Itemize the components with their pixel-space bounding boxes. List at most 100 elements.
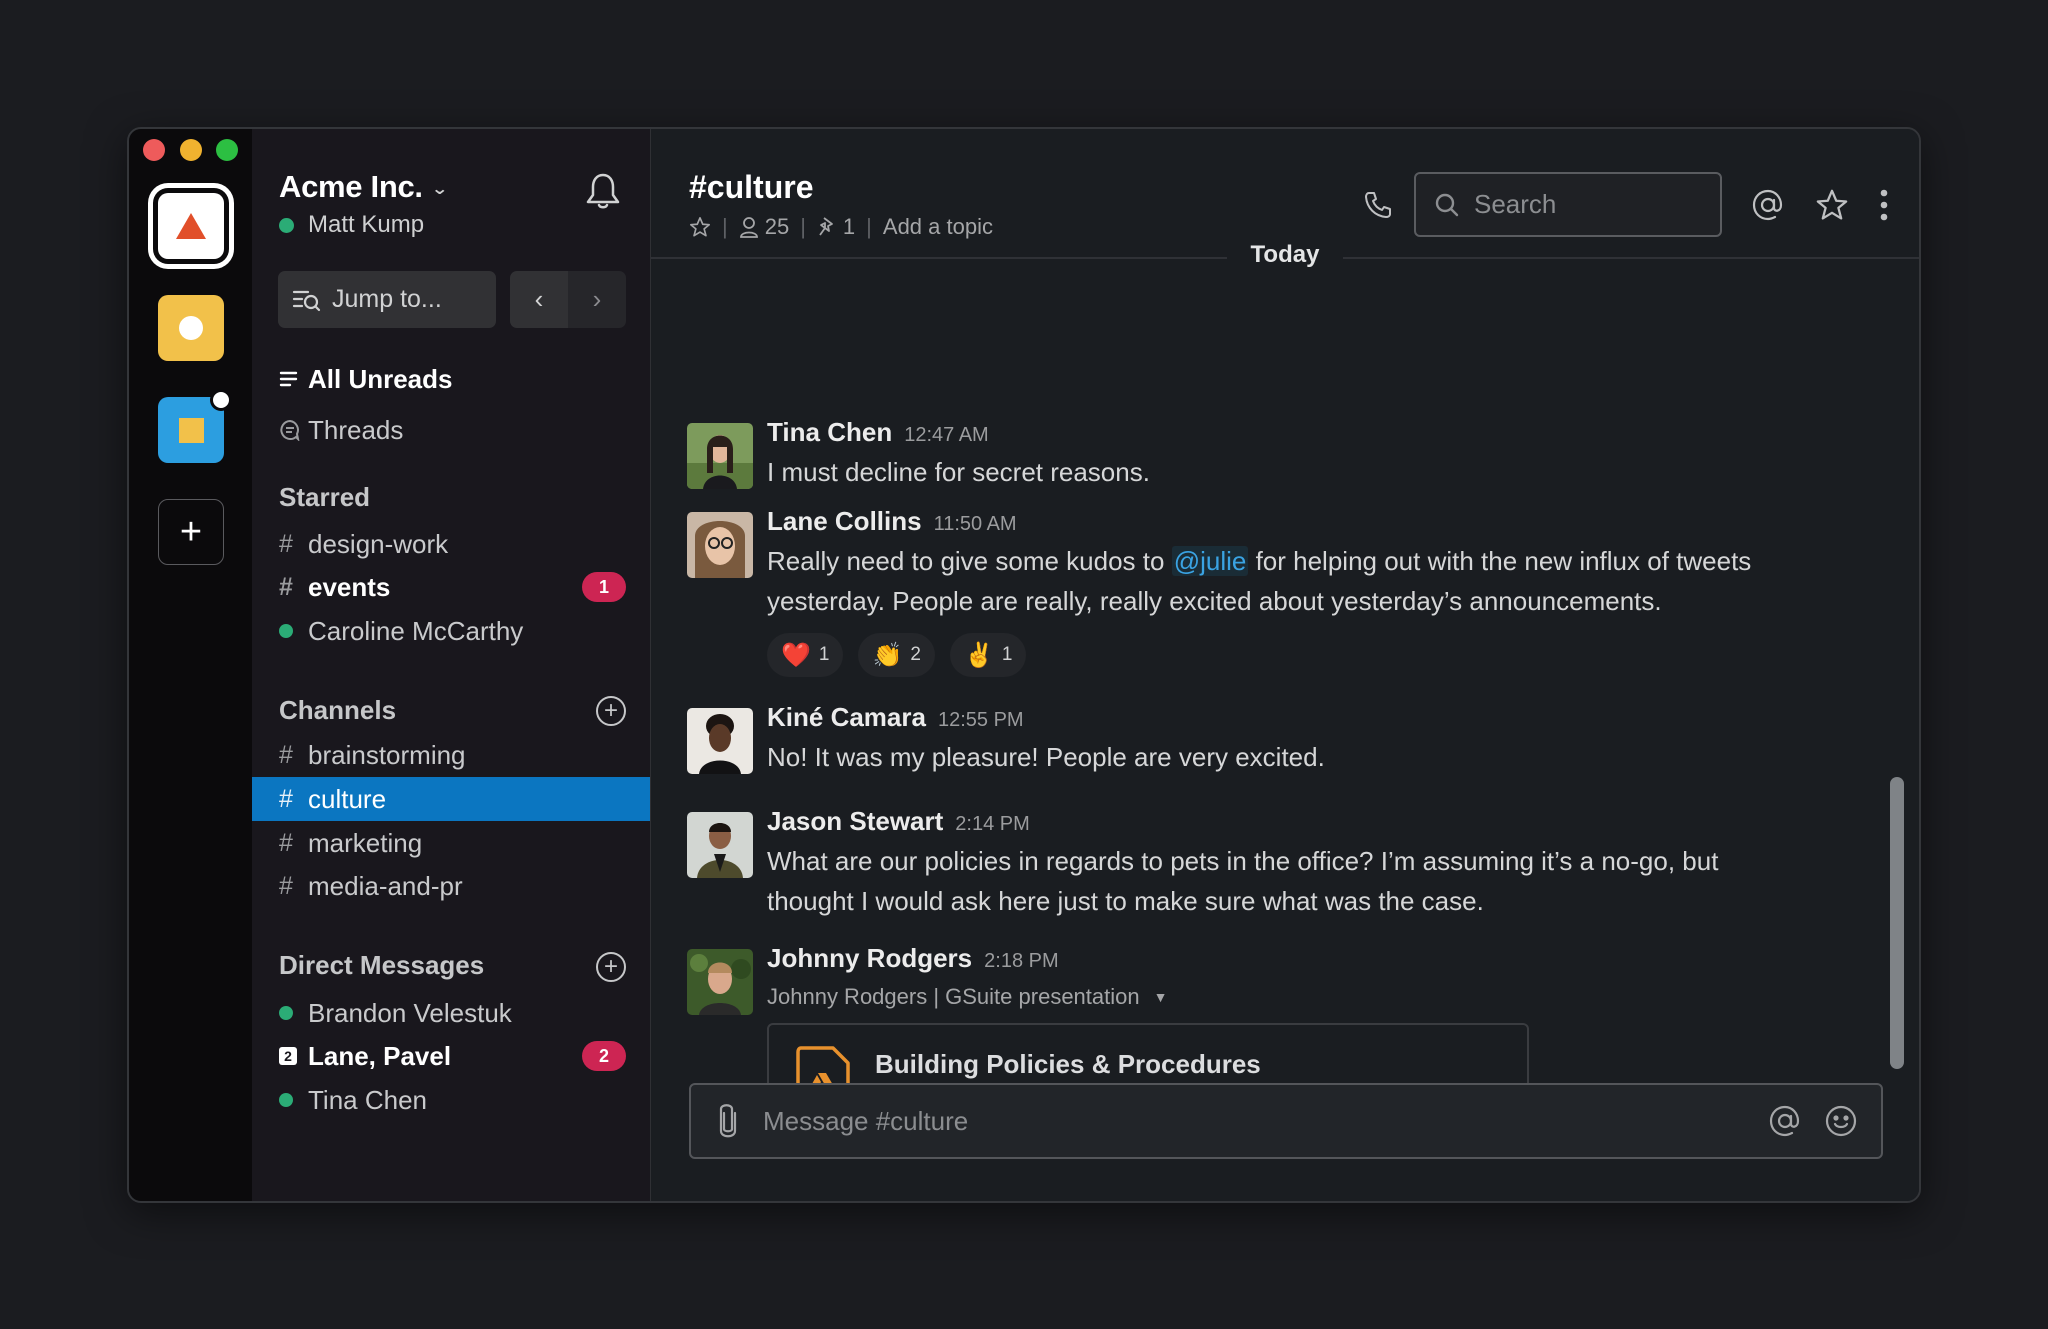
- message-author[interactable]: Kiné Camara: [767, 702, 926, 733]
- message-text: No! It was my pleasure! People are very …: [767, 742, 1325, 772]
- star-channel-button[interactable]: [689, 216, 711, 238]
- section-direct-messages[interactable]: Direct Messages: [279, 950, 484, 981]
- current-user[interactable]: Matt Kump: [279, 211, 424, 239]
- sidebar-item-label: events: [308, 571, 391, 602]
- sidebar-item-brainstorming[interactable]: # brainstorming: [252, 733, 650, 777]
- member-count: 25: [764, 214, 790, 239]
- members-button[interactable]: 25: [739, 214, 789, 240]
- hash-icon: #: [279, 784, 293, 813]
- search-placeholder: Search: [1474, 189, 1557, 219]
- user-mention[interactable]: @julie: [1171, 546, 1249, 576]
- sidebar-item-caroline-mccarthy[interactable]: Caroline McCarthy: [252, 609, 650, 653]
- google-drive-file-icon: [795, 1045, 851, 1083]
- message-time[interactable]: 2:18 PM: [984, 950, 1058, 973]
- message-time[interactable]: 12:55 PM: [938, 709, 1024, 732]
- sidebar-item-culture[interactable]: # culture: [252, 777, 650, 821]
- message-list-scrollbar[interactable]: [1890, 777, 1904, 1069]
- sidebar-item-brandon-velestuk[interactable]: Brandon Velestuk: [252, 991, 650, 1035]
- square-logo-icon: [178, 417, 204, 443]
- pinned-count: 1: [842, 214, 856, 239]
- caret-down-icon[interactable]: ▼: [1154, 989, 1168, 1005]
- sidebar-item-media-and-pr[interactable]: # media-and-pr: [252, 864, 650, 908]
- sidebar-item-label: Lane, Pavel: [308, 1040, 452, 1071]
- member-icon: [739, 217, 758, 238]
- avatar-lane-collins[interactable]: [687, 512, 753, 578]
- sidebar-item-label: Brandon Velestuk: [308, 997, 512, 1028]
- victory-hand-emoji-icon: ✌️: [963, 641, 994, 669]
- emoji-button[interactable]: [1821, 1101, 1861, 1141]
- plus-icon: +: [603, 697, 618, 724]
- section-starred[interactable]: Starred: [279, 482, 370, 513]
- message-author[interactable]: Jason Stewart: [767, 806, 943, 837]
- sidebar-item-lane-pavel[interactable]: 2 Lane, Pavel 2: [252, 1034, 650, 1078]
- workspace-acme[interactable]: [158, 193, 224, 259]
- channel-meta: | 25 | 1 | Add a topic: [689, 214, 993, 240]
- channel-title[interactable]: #culture: [689, 169, 813, 206]
- more-options-button[interactable]: [1866, 187, 1902, 223]
- channel-view: #culture | 25 | 1 | Add a topic Search T…: [651, 129, 1919, 1201]
- presence-slot: [279, 1093, 308, 1107]
- sidebar-item-marketing[interactable]: # marketing: [252, 821, 650, 865]
- reaction-count: 1: [1001, 644, 1013, 665]
- plus-icon: +: [179, 511, 203, 553]
- section-channels[interactable]: Channels: [279, 695, 396, 726]
- search-input[interactable]: Search: [1414, 172, 1722, 237]
- notifications-bell-button[interactable]: [584, 171, 622, 211]
- minimize-window-button[interactable]: [180, 139, 202, 161]
- message-input[interactable]: [763, 1105, 1765, 1137]
- hash-icon: #: [279, 572, 293, 601]
- message-list: Tina Chen 12:47 AM I must decline for se…: [651, 259, 1919, 1083]
- add-topic-button[interactable]: Add a topic: [883, 214, 993, 240]
- message-time[interactable]: 2:14 PM: [955, 813, 1029, 836]
- sidebar-item-threads[interactable]: Threads: [252, 408, 650, 452]
- message-author[interactable]: Johnny Rodgers: [767, 943, 972, 974]
- avatar-tina-chen[interactable]: [687, 423, 753, 489]
- avatar-johnny-rodgers[interactable]: [687, 949, 753, 1015]
- add-workspace-button[interactable]: +: [158, 499, 224, 565]
- message-author[interactable]: Tina Chen: [767, 417, 892, 448]
- mention-button[interactable]: [1765, 1101, 1805, 1141]
- all-unreads-icon: [279, 371, 308, 387]
- sidebar-item-all-unreads[interactable]: All Unreads: [252, 357, 650, 401]
- message-text: What are our policies in regards to pets…: [767, 846, 1719, 916]
- workspace-3[interactable]: [158, 389, 232, 463]
- message-time[interactable]: 11:50 AM: [934, 513, 1017, 536]
- sidebar-item-tina-chen[interactable]: Tina Chen: [252, 1078, 650, 1122]
- add-channel-button[interactable]: +: [596, 696, 626, 726]
- reaction-victory-hand[interactable]: ✌️ 1: [949, 633, 1027, 677]
- message-header: Tina Chen 12:47 AM: [767, 417, 1859, 448]
- add-dm-button[interactable]: +: [596, 952, 626, 982]
- call-button[interactable]: [1360, 187, 1396, 223]
- attach-file-button[interactable]: [713, 1103, 743, 1139]
- back-button[interactable]: ‹: [510, 271, 568, 328]
- message-author[interactable]: Lane Collins: [767, 506, 922, 537]
- close-window-button[interactable]: [143, 139, 165, 161]
- zoom-window-button[interactable]: [216, 139, 238, 161]
- sidebar-item-events[interactable]: # events 1: [252, 565, 650, 609]
- channel-header: #culture | 25 | 1 | Add a topic Search: [651, 129, 1919, 259]
- attachment-title[interactable]: Building Policies & Procedures: [875, 1049, 1261, 1080]
- jump-to-button[interactable]: Jump to...: [278, 271, 496, 328]
- history-nav: ‹ ›: [510, 271, 626, 328]
- starred-items-button[interactable]: [1814, 187, 1850, 223]
- sidebar-item-label: media-and-pr: [308, 870, 463, 901]
- more-vertical-icon: [1880, 189, 1888, 221]
- sidebar-item-design-work[interactable]: # design-work: [252, 522, 650, 566]
- pinned-button[interactable]: 1: [817, 214, 855, 240]
- team-menu[interactable]: Acme Inc. ⌄: [279, 169, 448, 205]
- reaction-clap[interactable]: 👏 2: [858, 633, 935, 677]
- forward-button[interactable]: ›: [568, 271, 626, 328]
- unread-badge: 2: [582, 1041, 626, 1071]
- reaction-count: 2: [910, 644, 921, 665]
- attachment-card[interactable]: Building Policies & Procedures Presentat…: [767, 1023, 1529, 1083]
- workspace-2[interactable]: [158, 295, 224, 361]
- message-text-part: Really need to give some kudos to: [767, 546, 1172, 576]
- avatar-jason-stewart[interactable]: [687, 812, 753, 878]
- paperclip-icon: [719, 1104, 737, 1138]
- sidebar-item-label: All Unreads: [308, 363, 453, 394]
- avatar-kine-camara[interactable]: [687, 708, 753, 774]
- reaction-heart[interactable]: ❤️ 1: [767, 633, 844, 677]
- mentions-button[interactable]: [1750, 187, 1786, 223]
- sidebar-item-label: Caroline McCarthy: [308, 615, 524, 646]
- message-time[interactable]: 12:47 AM: [904, 424, 989, 447]
